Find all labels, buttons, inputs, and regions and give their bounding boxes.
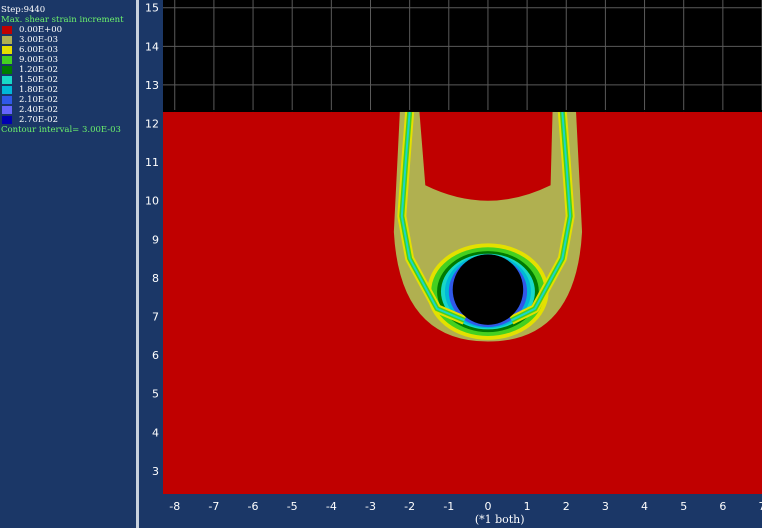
legend-swatch xyxy=(2,36,12,44)
legend-swatch xyxy=(2,96,12,104)
legend-value: 1.20E-02 xyxy=(19,65,58,75)
x-tick-label: 5 xyxy=(680,500,687,513)
legend-swatch xyxy=(2,106,12,114)
y-tick-label: 9 xyxy=(152,233,159,246)
x-tick-label: 7 xyxy=(759,500,762,513)
contour-plot: -8-7-6-5-4-3-2-101234567 345678910111213… xyxy=(139,0,762,528)
legend-panel: Step:9440 Max. shear strain increment 0.… xyxy=(0,0,136,528)
x-tick-label: -5 xyxy=(287,500,298,513)
legend-value: 0.00E+00 xyxy=(19,25,63,35)
legend-swatch xyxy=(2,56,12,64)
legend-value: 1.50E-02 xyxy=(19,75,58,85)
y-tick-label: 10 xyxy=(145,195,159,208)
legend-value: 9.00E-03 xyxy=(19,55,58,65)
legend-swatch xyxy=(2,46,12,54)
y-tick-label: 3 xyxy=(152,465,159,478)
legend-value: 1.80E-02 xyxy=(19,85,58,95)
x-tick-label: -2 xyxy=(404,500,415,513)
x-tick-label: -7 xyxy=(208,500,219,513)
legend-value: 2.40E-02 xyxy=(19,105,58,115)
legend-value: 2.10E-02 xyxy=(19,95,58,105)
x-tick-label: 0 xyxy=(484,500,491,513)
legend-swatch xyxy=(2,76,12,84)
x-tick-label: -8 xyxy=(169,500,180,513)
legend-value: 2.70E-02 xyxy=(19,115,58,125)
x-tick-label: 2 xyxy=(563,500,570,513)
y-tick-label: 7 xyxy=(152,310,159,323)
step-label: Step:9440 xyxy=(1,5,46,15)
x-axis-label: (*1 both) xyxy=(475,513,525,526)
x-tick-label: 6 xyxy=(719,500,726,513)
y-tick-label: 13 xyxy=(145,79,159,92)
y-tick-label: 4 xyxy=(152,426,159,439)
y-tick-label: 6 xyxy=(152,349,159,362)
legend-swatch xyxy=(2,86,12,94)
legend-swatch xyxy=(2,116,12,124)
x-tick-label: -4 xyxy=(326,500,337,513)
legend-value: 3.00E-03 xyxy=(19,35,58,45)
y-tick-label: 11 xyxy=(145,156,159,169)
y-tick-label: 15 xyxy=(145,2,159,15)
y-tick-label: 14 xyxy=(145,40,159,53)
x-tick-label: -1 xyxy=(443,500,454,513)
tunnel-opening xyxy=(452,254,524,325)
legend-swatch xyxy=(2,66,12,74)
contour-interval-label: Contour interval= 3.00E-03 xyxy=(1,125,121,135)
y-tick-label: 8 xyxy=(152,272,159,285)
x-tick-label: -6 xyxy=(248,500,259,513)
x-tick-label: 4 xyxy=(641,500,648,513)
legend-swatch xyxy=(2,26,12,34)
legend-title: Max. shear strain increment xyxy=(1,15,124,25)
x-tick-label: 1 xyxy=(524,500,531,513)
x-tick-label: 3 xyxy=(602,500,609,513)
y-tick-label: 5 xyxy=(152,388,159,401)
legend-value: 6.00E-03 xyxy=(19,45,58,55)
x-tick-label: -3 xyxy=(365,500,376,513)
y-tick-label: 12 xyxy=(145,118,159,131)
roof-pocket xyxy=(419,111,553,201)
